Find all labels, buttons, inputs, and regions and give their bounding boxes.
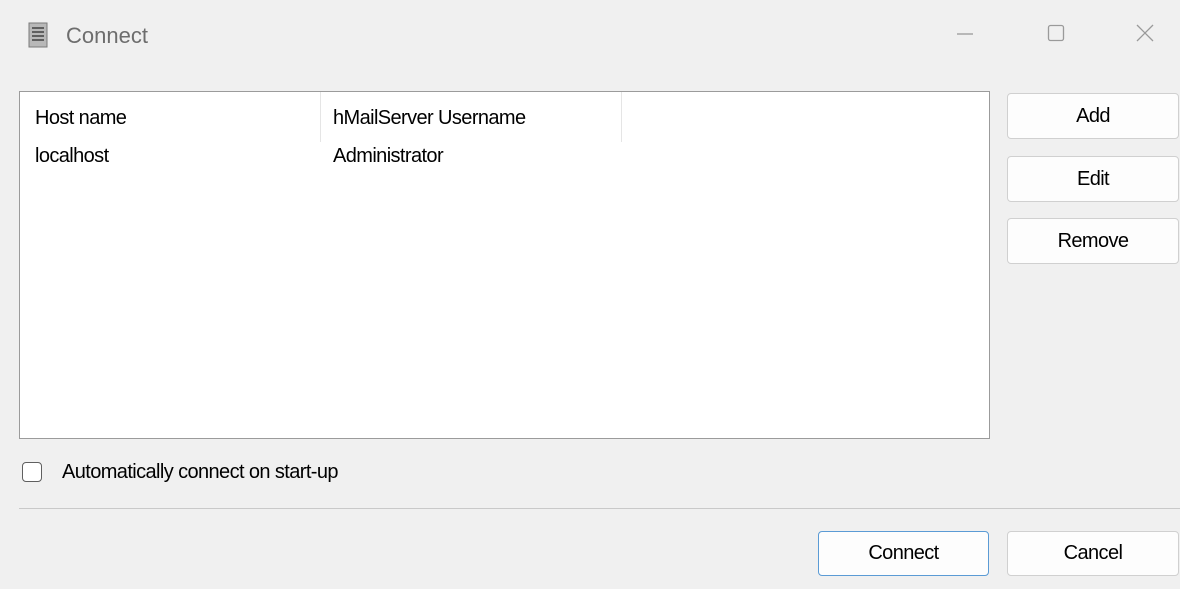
auto-connect-label[interactable]: Automatically connect on start-up — [62, 461, 339, 484]
connect-dialog: Connect Host name hMailServer Username l… — [0, 0, 1180, 589]
auto-connect-option[interactable]: Automatically connect on start-up — [22, 459, 339, 485]
maximize-button[interactable] — [1026, 14, 1086, 56]
list-item[interactable]: localhost Administrator — [20, 144, 989, 174]
column-header-username[interactable]: hMailServer Username — [321, 92, 622, 142]
list-header: Host name hMailServer Username — [20, 92, 989, 142]
window-title: Connect — [66, 23, 148, 48]
title-bar: Connect — [0, 0, 1180, 72]
close-icon — [1135, 23, 1155, 48]
divider — [19, 508, 1180, 509]
servers-list[interactable]: Host name hMailServer Username localhost… — [19, 91, 990, 439]
server-document-icon — [28, 22, 48, 48]
username-cell: Administrator — [333, 145, 444, 167]
column-header-host-name[interactable]: Host name — [20, 92, 321, 142]
auto-connect-checkbox[interactable] — [22, 462, 42, 482]
add-button[interactable]: Add — [1007, 93, 1179, 139]
minimize-button[interactable] — [935, 14, 995, 56]
minimize-icon — [955, 23, 975, 48]
close-button[interactable] — [1115, 14, 1175, 56]
edit-button[interactable]: Edit — [1007, 156, 1179, 202]
remove-button[interactable]: Remove — [1007, 218, 1179, 264]
cancel-button[interactable]: Cancel — [1007, 531, 1179, 576]
maximize-icon — [1046, 23, 1066, 48]
host-name-cell: localhost — [35, 145, 109, 167]
connect-button[interactable]: Connect — [818, 531, 989, 576]
